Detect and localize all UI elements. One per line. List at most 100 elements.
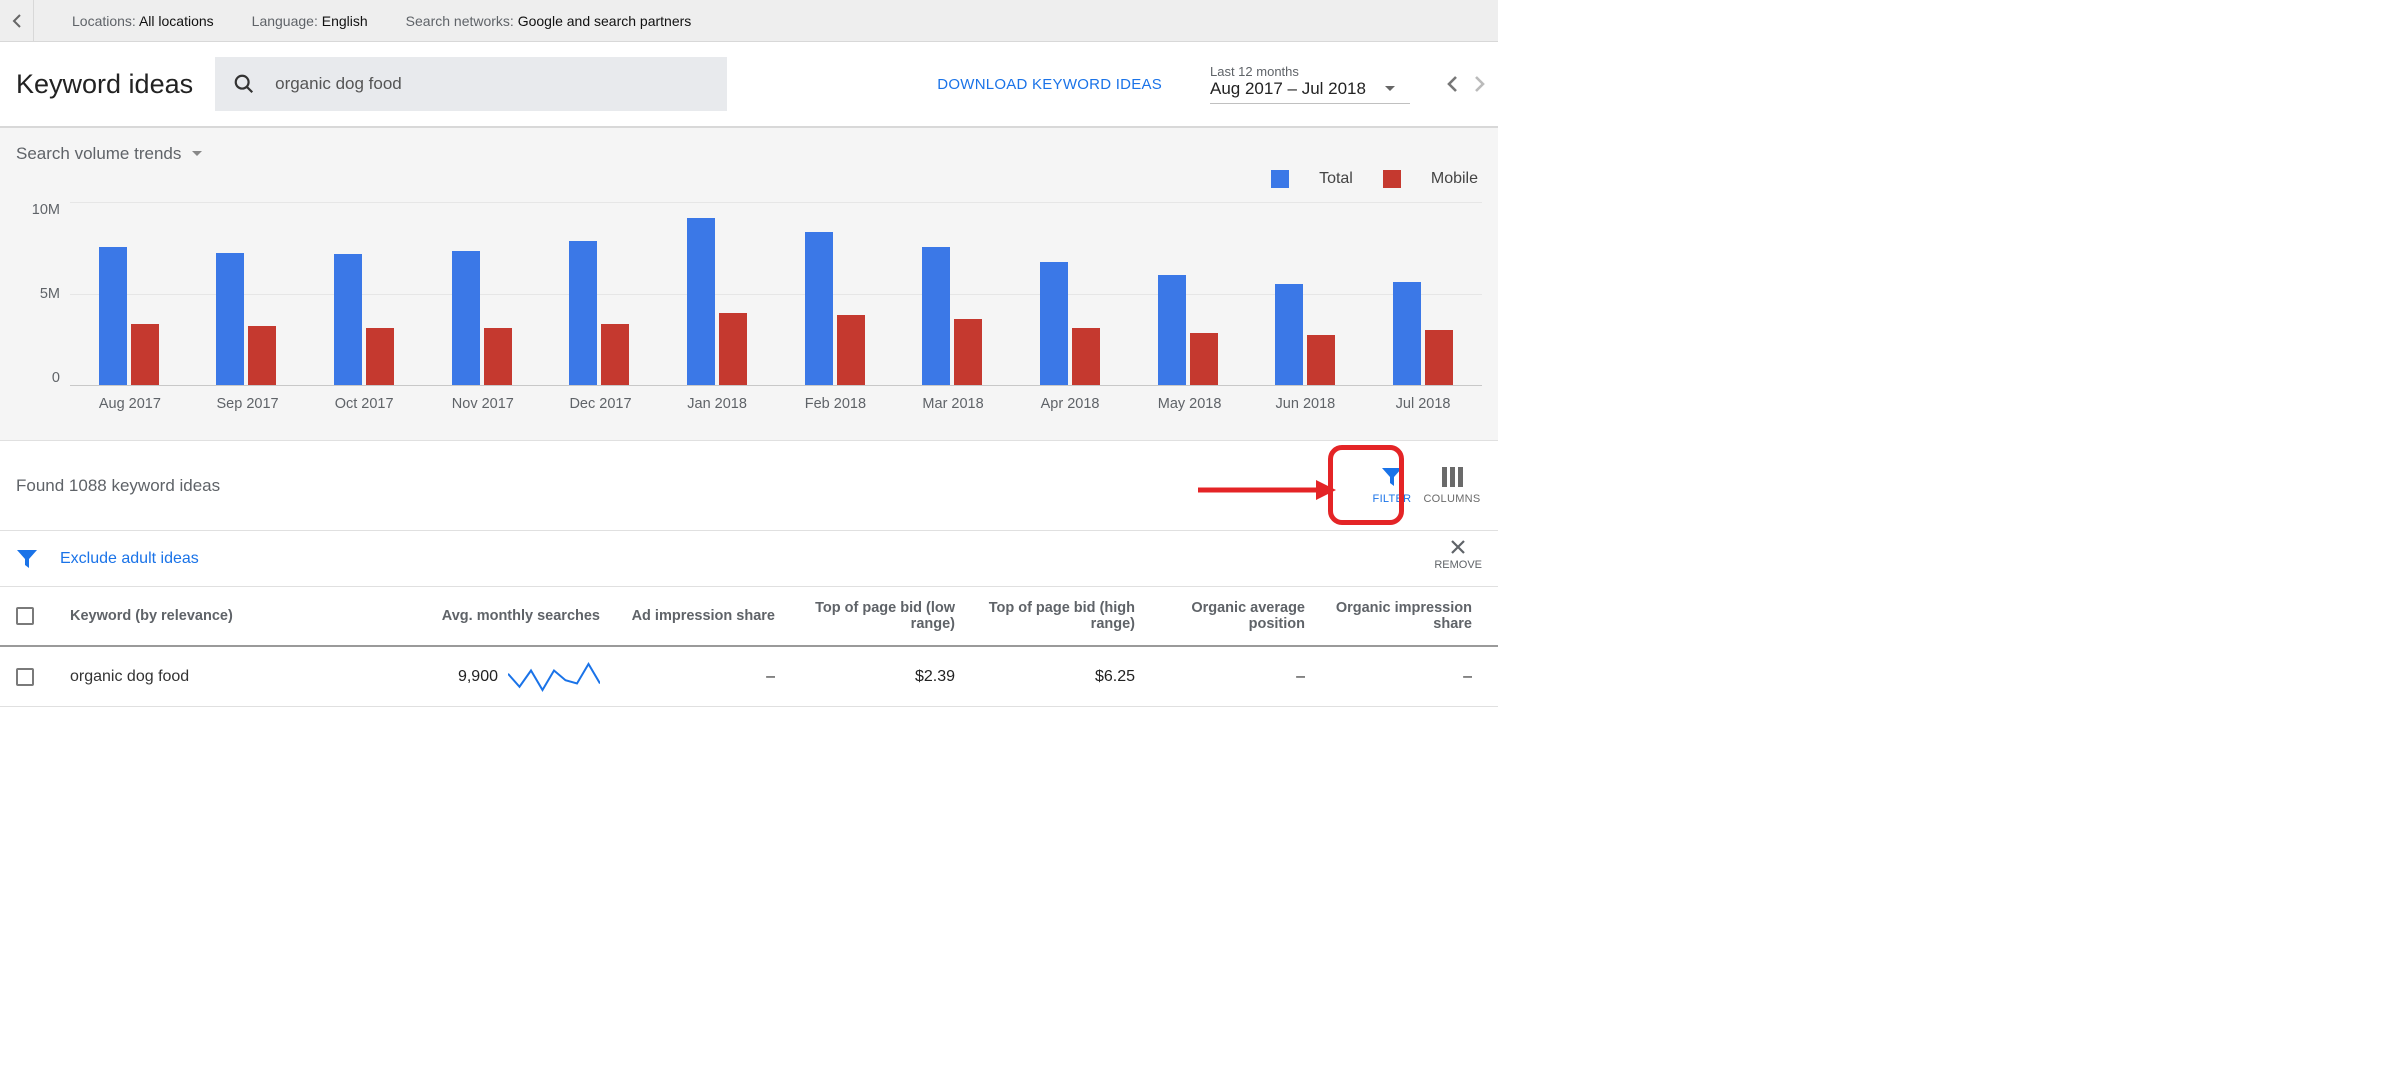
bar-total: [805, 232, 833, 385]
col-header-keyword[interactable]: Keyword (by relevance): [60, 600, 360, 632]
filter-button[interactable]: FILTER: [1362, 467, 1422, 505]
filter-chip-row: Exclude adult ideas REMOVE: [0, 531, 1498, 587]
legend-swatch-mobile: [1383, 170, 1401, 188]
x-tick: Sep 2017: [216, 396, 276, 412]
table-header-row: Keyword (by relevance) Avg. monthly sear…: [0, 587, 1498, 647]
bar-mobile: [837, 315, 865, 385]
bar-mobile: [1190, 333, 1218, 385]
remove-filter-button[interactable]: REMOVE: [1434, 539, 1482, 571]
bar-mobile: [131, 324, 159, 385]
chart-section: Search volume trends Total Mobile 10M 5M…: [0, 128, 1498, 441]
x-tick: Oct 2017: [334, 396, 394, 412]
chart-month-group[interactable]: [1158, 275, 1218, 385]
results-count: Found 1088 keyword ideas: [16, 476, 220, 496]
filter-chip-exclude-adult[interactable]: Exclude adult ideas: [60, 550, 199, 568]
bar-total: [922, 247, 950, 385]
search-input[interactable]: [273, 57, 727, 111]
col-header-bid-low[interactable]: Top of page bid (low range): [785, 592, 965, 640]
locations-setting[interactable]: Locations: All locations: [72, 13, 214, 29]
search-icon: [233, 73, 255, 95]
close-icon: [1450, 539, 1466, 555]
chart-month-group[interactable]: [1275, 284, 1335, 385]
prev-period-button[interactable]: [1446, 75, 1458, 93]
bar-mobile: [484, 328, 512, 385]
bar-mobile: [366, 328, 394, 385]
filter-icon[interactable]: [16, 549, 38, 569]
bar-total: [452, 251, 480, 385]
date-range-value: Aug 2017 – Jul 2018: [1210, 79, 1366, 99]
bar-total: [1158, 275, 1186, 385]
sparkline-icon: [508, 662, 600, 692]
bar-mobile: [1072, 328, 1100, 385]
columns-icon: [1442, 467, 1463, 487]
chart-type-dropdown[interactable]: Search volume trends: [16, 144, 1482, 164]
caret-down-icon: [1384, 85, 1396, 93]
legend-label-mobile[interactable]: Mobile: [1431, 170, 1478, 188]
bar-mobile: [601, 324, 629, 385]
legend-label-total[interactable]: Total: [1319, 170, 1353, 188]
chart-plot-area: [70, 202, 1482, 386]
keyword-ideas-table: Keyword (by relevance) Avg. monthly sear…: [0, 587, 1498, 707]
col-header-avg[interactable]: Avg. monthly searches: [360, 600, 610, 632]
bar-mobile: [1425, 330, 1453, 385]
x-tick: Jun 2018: [1275, 396, 1335, 412]
bar-mobile: [954, 319, 982, 385]
x-tick: Aug 2017: [99, 396, 159, 412]
download-keyword-ideas-link[interactable]: DOWNLOAD KEYWORD IDEAS: [937, 76, 1162, 93]
back-button[interactable]: [0, 0, 34, 41]
col-header-ad-impression[interactable]: Ad impression share: [610, 600, 785, 632]
chart-y-axis: 10M 5M 0: [16, 202, 70, 386]
cell-organic-pos: –: [1145, 660, 1315, 694]
chevron-left-icon: [12, 14, 22, 28]
network-label: Search networks:: [406, 13, 514, 29]
bar-total: [99, 247, 127, 385]
chart-legend: Total Mobile: [16, 170, 1478, 188]
columns-button[interactable]: COLUMNS: [1422, 467, 1482, 505]
col-header-organic-pos[interactable]: Organic average position: [1145, 592, 1315, 640]
x-tick: Nov 2017: [452, 396, 512, 412]
settings-bar: Locations: All locations Language: Engli…: [0, 0, 1498, 42]
x-tick: Feb 2018: [805, 396, 865, 412]
col-header-organic-imp[interactable]: Organic impression share: [1315, 592, 1482, 640]
bar-mobile: [248, 326, 276, 385]
x-tick: Jul 2018: [1393, 396, 1453, 412]
bar-total: [569, 241, 597, 385]
network-setting[interactable]: Search networks: Google and search partn…: [406, 13, 692, 29]
language-setting[interactable]: Language: English: [252, 13, 368, 29]
cell-keyword: organic dog food: [60, 660, 360, 694]
chart-month-group[interactable]: [922, 247, 982, 385]
chart-month-group[interactable]: [687, 218, 747, 385]
date-range-picker[interactable]: Last 12 months Aug 2017 – Jul 2018: [1210, 64, 1410, 104]
bar-mobile: [719, 313, 747, 385]
col-header-bid-high[interactable]: Top of page bid (high range): [965, 592, 1145, 640]
filter-button-label: FILTER: [1373, 493, 1412, 505]
date-range-caption: Last 12 months: [1210, 64, 1410, 79]
chart-month-group[interactable]: [569, 241, 629, 385]
chart-month-group[interactable]: [1040, 262, 1100, 385]
cell-ad-impression: –: [610, 660, 785, 694]
locations-value: All locations: [139, 13, 214, 29]
cell-avg-searches: 9,900: [360, 654, 610, 700]
table-row[interactable]: organic dog food9,900–$2.39$6.25––: [0, 647, 1498, 707]
chart-month-group[interactable]: [805, 232, 865, 385]
chart-month-group[interactable]: [452, 251, 512, 385]
x-tick: Dec 2017: [569, 396, 629, 412]
next-period-button[interactable]: [1474, 75, 1486, 93]
search-box[interactable]: [215, 57, 727, 111]
chart-month-group[interactable]: [216, 253, 276, 385]
chart-month-group[interactable]: [1393, 282, 1453, 385]
results-toolbar: Found 1088 keyword ideas FILTER COLUMNS: [0, 441, 1498, 531]
bar-total: [334, 254, 362, 385]
filter-icon: [1381, 467, 1403, 487]
y-tick: 10M: [32, 202, 60, 218]
bar-total: [1275, 284, 1303, 385]
columns-button-label: COLUMNS: [1423, 493, 1480, 505]
chart-month-group[interactable]: [334, 254, 394, 385]
header-row: Keyword ideas DOWNLOAD KEYWORD IDEAS Las…: [0, 42, 1498, 128]
chart-month-group[interactable]: [99, 247, 159, 385]
y-tick: 5M: [40, 286, 60, 302]
row-checkbox[interactable]: [16, 668, 34, 686]
select-all-checkbox[interactable]: [16, 607, 34, 625]
network-value: Google and search partners: [518, 13, 692, 29]
bar-total: [687, 218, 715, 385]
